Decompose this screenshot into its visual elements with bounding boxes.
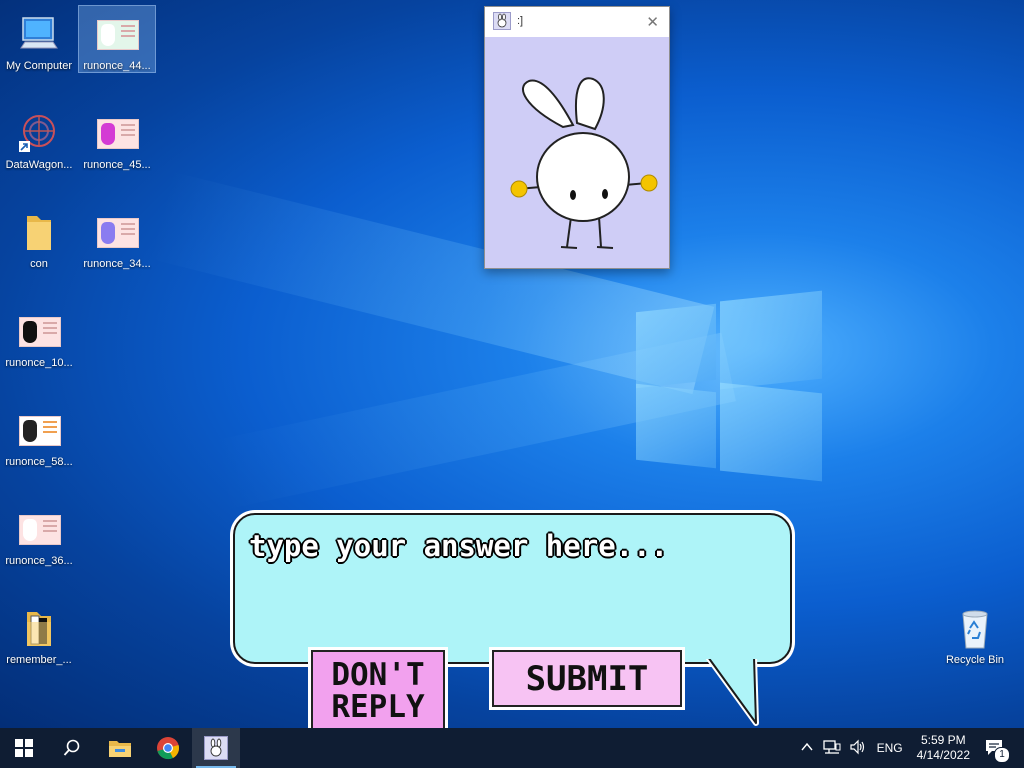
clock-date: 4/14/2022 <box>916 748 970 762</box>
dont-reply-label-line1: DON'T <box>331 657 425 693</box>
image-file-icon <box>95 111 139 155</box>
dont-reply-label-line2: REPLY <box>331 689 425 725</box>
network-icon[interactable] <box>822 739 841 758</box>
clock[interactable]: 5:59 PM 4/14/2022 <box>917 733 970 763</box>
popup-titlebar[interactable]: :] ✕ <box>485 7 669 35</box>
language-indicator[interactable]: ENG <box>877 741 903 755</box>
datawagon-shortcut-icon <box>17 111 61 155</box>
notification-center-button[interactable]: 1 <box>984 738 1010 763</box>
answer-speech-bubble <box>233 513 792 664</box>
image-file-icon <box>95 12 139 56</box>
image-file-icon <box>95 210 139 254</box>
desktop-icon-runonce-10[interactable]: runonce_10... <box>1 303 77 369</box>
image-file-icon <box>17 309 61 353</box>
close-icon[interactable]: ✕ <box>646 13 659 31</box>
search-icon <box>63 739 80 756</box>
chevron-up-icon[interactable] <box>801 741 813 755</box>
taskbar-chrome[interactable] <box>144 728 192 768</box>
folder-with-files-icon <box>17 606 61 650</box>
taskbar-file-explorer[interactable] <box>96 728 144 768</box>
search-button[interactable] <box>48 728 96 768</box>
windows-logo-wallpaper <box>636 290 822 482</box>
submit-label: SUBMIT <box>525 658 649 699</box>
desktop-icon-runonce-36[interactable]: runonce_36... <box>1 501 77 567</box>
start-button[interactable] <box>0 728 48 768</box>
system-tray: ENG 5:59 PM 4/14/2022 1 <box>801 728 1024 768</box>
popup-title: :] <box>517 15 524 27</box>
desktop-icon-remember[interactable]: remember_... <box>1 600 77 666</box>
folder-icon <box>17 210 61 254</box>
bunny-illustration <box>510 77 658 249</box>
dont-reply-button[interactable]: DON'T REPLY <box>311 650 445 732</box>
chrome-icon <box>157 737 179 760</box>
submit-button[interactable]: SUBMIT <box>492 650 682 707</box>
answer-input[interactable] <box>247 527 776 601</box>
speech-bubble-tail <box>704 655 764 726</box>
file-explorer-icon <box>109 741 131 757</box>
bunny-app-icon <box>493 12 511 30</box>
desktop-icon-runonce-45[interactable]: runonce_45... <box>79 105 155 171</box>
image-file-icon <box>17 408 61 452</box>
recycle-bin-icon <box>953 606 997 650</box>
desktop-icon-runonce-58[interactable]: runonce_58... <box>1 402 77 468</box>
clock-time: 5:59 PM <box>920 733 966 747</box>
taskbar: ENG 5:59 PM 4/14/2022 1 <box>0 728 1024 768</box>
desktop-icon-my-computer[interactable]: My Computer <box>1 6 77 72</box>
notification-badge: 1 <box>994 746 1010 763</box>
desktop-icon-recycle-bin[interactable]: Recycle Bin <box>937 600 1013 666</box>
desktop-icon-con[interactable]: con <box>1 204 77 270</box>
speaker-icon[interactable] <box>849 739 867 758</box>
desktop-icon-datawagon[interactable]: DataWagon... <box>1 105 77 171</box>
taskbar-bunny-app[interactable] <box>192 728 240 768</box>
bunny-app-icon <box>204 736 228 760</box>
bunny-popup-window[interactable]: :] ✕ <box>484 6 670 269</box>
popup-content <box>485 37 669 268</box>
desktop-icon-runonce-34[interactable]: runonce_34... <box>79 204 155 270</box>
desktop-icon-runonce-44[interactable]: runonce_44... <box>78 5 156 73</box>
image-file-icon <box>17 507 61 551</box>
windows-start-icon <box>15 739 33 757</box>
computer-icon <box>17 12 61 56</box>
